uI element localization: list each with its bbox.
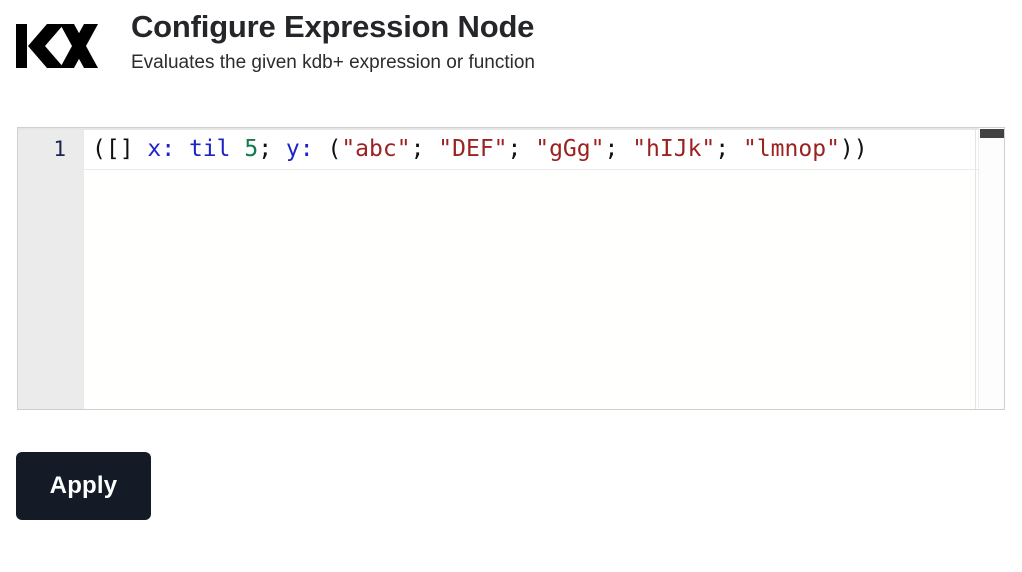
vertical-scrollbar-thumb[interactable] (980, 129, 1004, 138)
code-token-num: 5 (244, 136, 259, 162)
code-token-plain: ; (258, 136, 286, 162)
code-token-plain: ( (313, 136, 342, 162)
code-token-plain: ; (715, 136, 743, 162)
code-token-str: "abc" (341, 136, 411, 162)
line-number: 1 (53, 137, 66, 161)
kx-logo-icon (16, 24, 98, 68)
code-token-plain: ; (410, 136, 439, 162)
header-text-block: Configure Expression Node Evaluates the … (131, 8, 535, 76)
page-header: Configure Expression Node Evaluates the … (0, 0, 1022, 110)
code-token-str: "hIJk" (632, 136, 716, 162)
page-title: Configure Expression Node (131, 9, 535, 44)
code-token-plain: ; (604, 136, 633, 162)
page-subtitle: Evaluates the given kdb+ expression or f… (131, 52, 536, 73)
code-content[interactable]: ([] x: til 5; y: ("abc"; "DEF"; "gGg"; "… (84, 128, 1004, 170)
code-token-str: "gGg" (535, 136, 605, 162)
code-token-str: "DEF" (438, 136, 508, 162)
code-token-plain: ([] (92, 136, 148, 162)
code-token-str: "lmnop" (742, 136, 840, 162)
code-token-plain: )) (839, 136, 868, 162)
code-editor[interactable]: 1 ([] x: til 5; y: ("abc"; "DEF"; "gGg";… (17, 127, 1005, 410)
code-editor-inner: 1 ([] x: til 5; y: ("abc"; "DEF"; "gGg";… (18, 128, 1004, 409)
code-token-kw: til (188, 136, 231, 162)
configure-expression-node-page: Configure Expression Node Evaluates the … (0, 0, 1022, 572)
code-token-ident: x: (147, 136, 176, 162)
vertical-scrollbar[interactable] (978, 128, 1004, 409)
editor-right-rule (975, 128, 976, 409)
apply-button[interactable]: Apply (16, 452, 151, 520)
code-token-plain: ; (507, 136, 536, 162)
editor-gutter: 1 (18, 128, 84, 409)
code-area[interactable]: ([] x: til 5; y: ("abc"; "DEF"; "gGg"; "… (84, 128, 1004, 409)
code-token-ident: y: (285, 136, 314, 162)
horizontal-scrollbar-track[interactable] (18, 128, 978, 130)
